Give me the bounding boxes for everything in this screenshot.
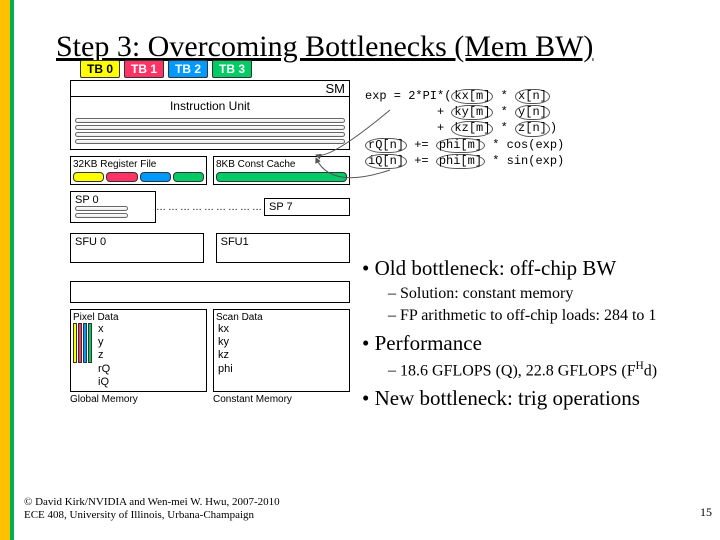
memory-labels: Global Memory Constant Memory — [70, 394, 350, 405]
tb2-badge: TB 2 — [168, 60, 208, 78]
tb0-badge: TB 0 — [80, 60, 120, 78]
scan-data-label: Scan Data — [216, 312, 347, 323]
register-file-box: 32KB Register File — [70, 156, 207, 185]
instruction-unit: Instruction Unit — [71, 96, 349, 115]
scan-vars: kx ky kz phi — [218, 323, 347, 376]
sfu-row: SFU 0 SFU1 — [70, 233, 350, 263]
thread-block-row: TB 0 TB 1 TB 2 TB 3 — [80, 60, 350, 78]
pixel-vars: x y z rQ iQ — [98, 323, 110, 389]
bullet-fp-ratio: FP arithmetic to off-chip loads: 284 to … — [388, 307, 702, 325]
sp0-label: SP 0 — [75, 194, 99, 206]
register-row: 32KB Register File 8KB Const Cache — [70, 156, 350, 185]
register-file-label: 32KB Register File — [73, 159, 156, 170]
pixel-data-label: Pixel Data — [73, 312, 204, 323]
chip-green — [173, 172, 204, 182]
sp-row: SP 0 ……………………… SP 7 — [70, 191, 350, 223]
tex-row — [70, 281, 350, 303]
scan-data-box: Scan Data kx ky kz phi — [213, 309, 350, 392]
bullet-performance: Performance — [362, 331, 702, 356]
sm-diagram: TB 0 TB 1 TB 2 TB 3 SM Instruction Unit … — [70, 60, 350, 405]
code-block: exp = 2*PI*(kx[m] * x[n] + ky[m] * y[n] … — [365, 88, 564, 169]
slide-accent — [0, 0, 14, 540]
slide-title: Step 3: Overcoming Bottlenecks (Mem BW) — [56, 30, 593, 64]
const-cache-box: 8KB Const Cache — [213, 156, 350, 185]
const-cache-label: 8KB Const Cache — [216, 159, 296, 170]
sp7-label: SP 7 — [269, 201, 293, 213]
accent-green — [10, 0, 14, 540]
sm-box: SM Instruction Unit — [70, 80, 350, 150]
chip-blue — [140, 172, 171, 182]
bullet-gflops: 18.6 GFLOPS (Q), 22.8 GFLOPS (FHd) — [388, 360, 702, 380]
sm-label: SM — [71, 81, 349, 96]
copyright: © David Kirk/NVIDIA and Wen-mei W. Hwu, … — [24, 496, 280, 522]
bullet-old-bottleneck: Old bottleneck: off-chip BW — [362, 256, 702, 281]
bullet-new-bottleneck: New bottleneck: trig operations — [362, 386, 702, 411]
iu-waves — [71, 115, 349, 149]
chip-yellow — [73, 172, 104, 182]
sp7-box: SP 7 — [264, 198, 350, 216]
page-number: 15 — [700, 505, 712, 520]
pixel-data-box: Pixel Data x y z rQ iQ — [70, 309, 207, 392]
sp0-box: SP 0 — [70, 191, 156, 223]
chip-red — [106, 172, 137, 182]
tb3-badge: TB 3 — [212, 60, 252, 78]
sfu0-box: SFU 0 — [70, 233, 204, 263]
bullet-list: Old bottleneck: off-chip BW Solution: co… — [362, 250, 702, 411]
chip-const — [216, 172, 347, 182]
tb1-badge: TB 1 — [124, 60, 164, 78]
memory-row: Pixel Data x y z rQ iQ Scan Data k — [70, 309, 350, 392]
sfu1-box: SFU1 — [216, 233, 350, 263]
constant-memory-label: Constant Memory — [213, 394, 350, 405]
bullet-solution: Solution: constant memory — [388, 285, 702, 303]
global-memory-label: Global Memory — [70, 394, 207, 405]
sp-ellipsis: ……………………… — [156, 202, 264, 213]
